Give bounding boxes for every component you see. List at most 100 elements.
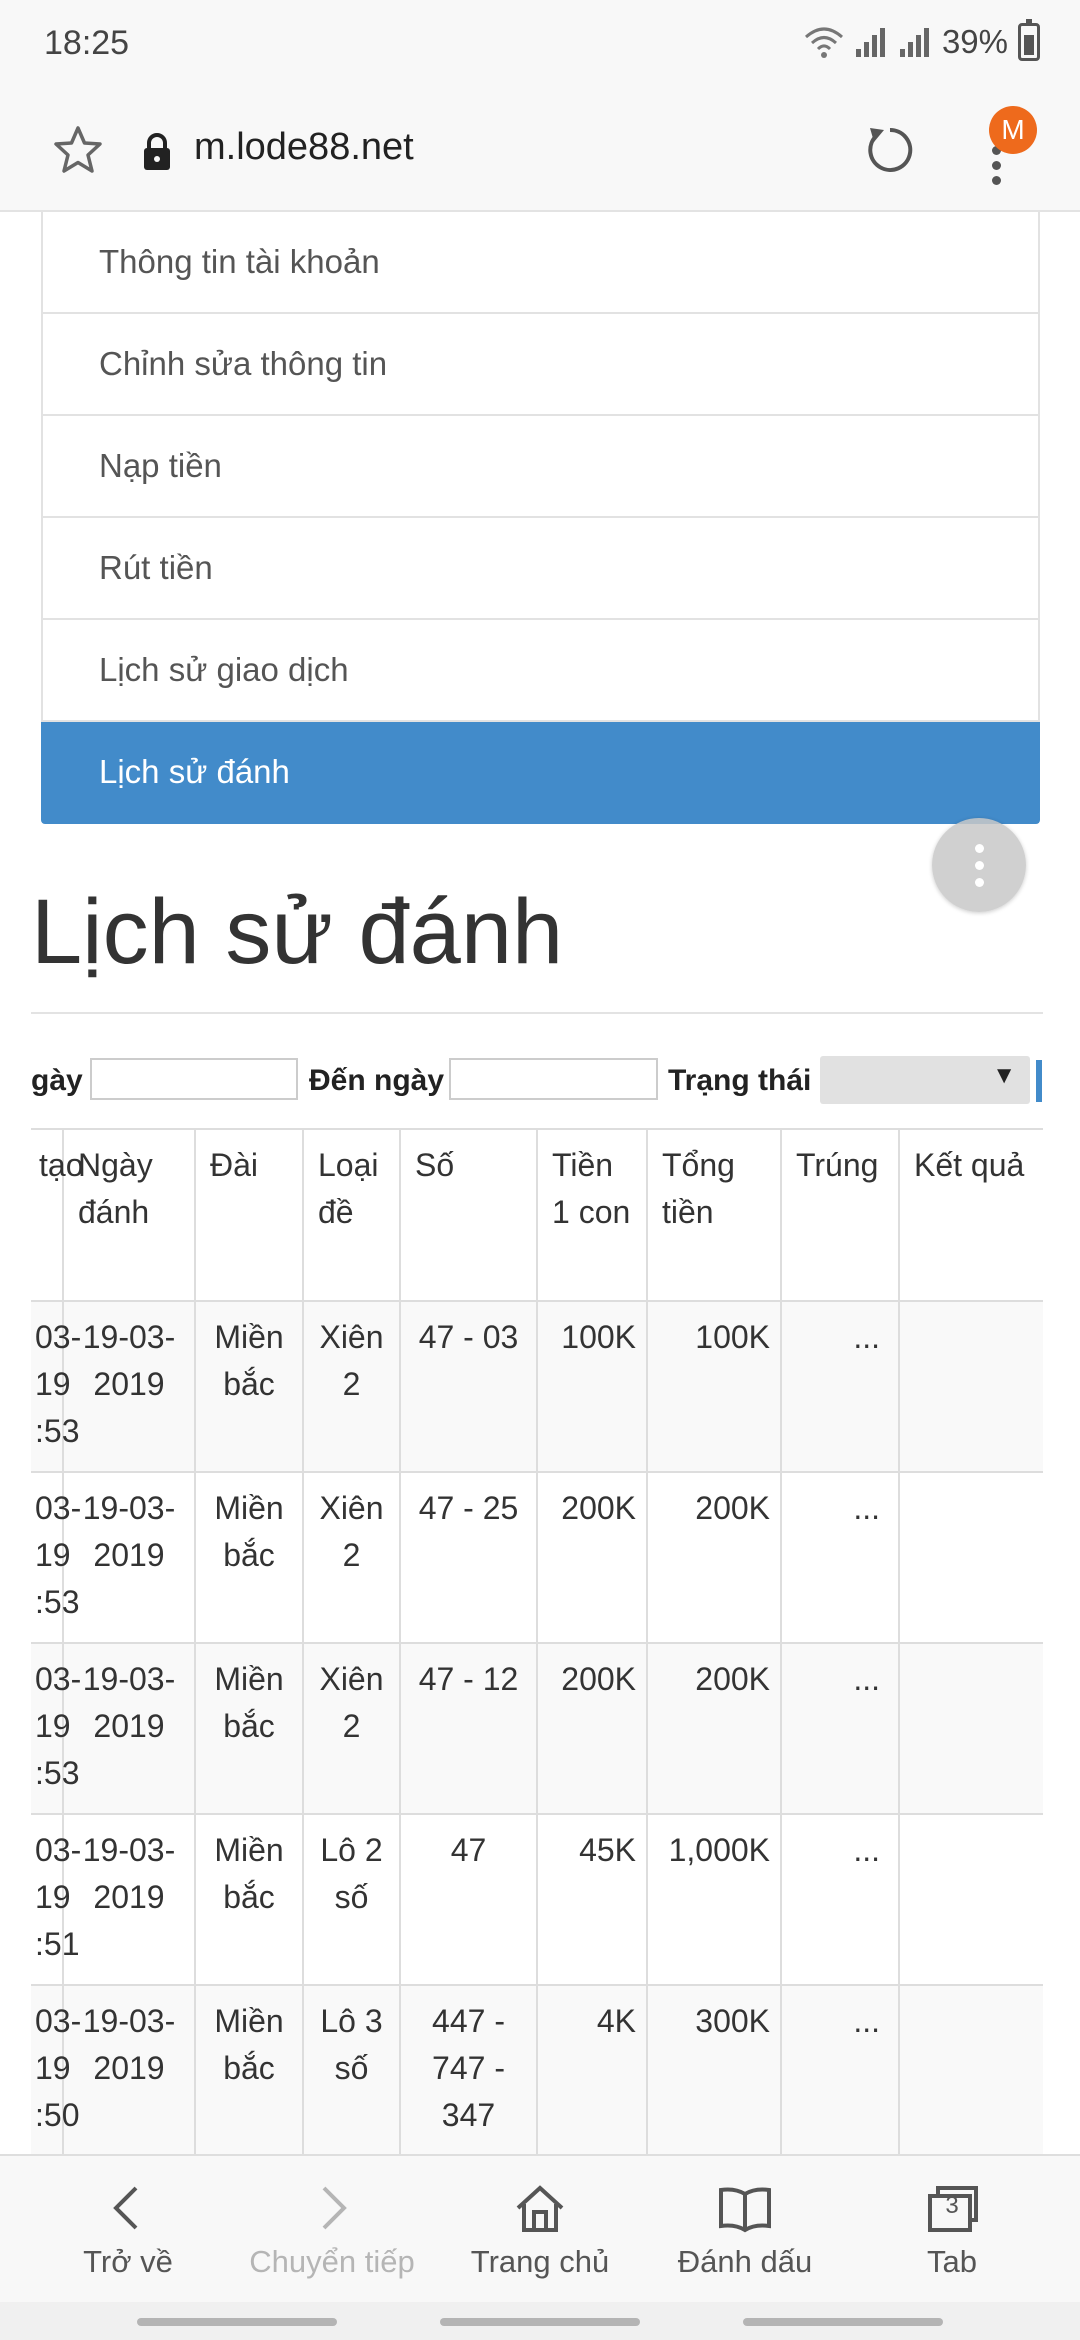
cell-created: 03-19 :50 [31,1984,81,2154]
cell-result [898,1300,1043,1473]
reload-icon[interactable] [862,122,918,178]
cell-per-unit: 45K [536,1813,648,1986]
table-row: 03-19 :50 19-03-2019 Miền bắc Lô 3 số 447 - … [31,1984,1043,2154]
nav-tabs[interactable]: 3 Tab [852,2156,1052,2304]
cell-bet-date: 19-03-2019 [62,1471,196,1644]
header-result: Kết quả [898,1128,1043,1302]
gesture-pill-left[interactable] [137,2318,337,2326]
cell-station: Miền bắc [194,1813,304,1986]
cell-won: ... [780,1471,900,1644]
cell-result [898,1642,1043,1815]
address-bar: m.lode88.net M [0,86,1080,212]
battery-icon [1018,19,1040,61]
cell-won: ... [780,1813,900,1986]
nav-home-label: Trang chủ [470,2244,610,2279]
cell-created: 03-19 :53 [31,1642,81,1815]
status-time: 18:25 [44,24,130,62]
cell-total: 300K [646,1984,782,2154]
lock-icon [144,133,170,170]
nav-back[interactable]: Trở về [28,2156,228,2304]
wifi-icon [804,27,843,58]
filter-row: gày Đến ngày Trạng thái ▼ [0,1052,1080,1110]
home-icon [516,2185,564,2232]
status-bar: 18:25 39% [0,0,1080,86]
table-body: 03-19 :53 19-03-2019 Miền bắc Xiên 2 47 - 03… [31,1300,1043,2154]
header-type: Loại đề [302,1128,401,1302]
account-menu: Thông tin tài khoản Chỉnh sửa thông tin … [41,212,1040,824]
table-row: 03-19 :53 19-03-2019 Miền bắc Xiên 2 47 - 12… [31,1642,1043,1815]
menu-item-account-info[interactable]: Thông tin tài khoản [41,212,1040,314]
tab-count: 3 [945,2192,959,2219]
bet-history-table: tạo Ngày đánh Đài Loại đề Số Tiền 1 con … [31,1128,1043,2154]
floating-menu-button[interactable] [932,818,1026,912]
bookmark-book-icon [719,2187,771,2233]
cell-number: 47 - 03 [399,1300,538,1473]
cell-total: 100K [646,1300,782,1473]
status-label: Trạng thái [668,1064,812,1097]
cell-won: ... [780,1642,900,1815]
table-row: 03-19 :53 19-03-2019 Miền bắc Xiên 2 47 - 25… [31,1471,1043,1644]
more-vert-icon [992,146,1002,186]
cell-station: Miền bắc [194,1300,304,1473]
search-button[interactable] [1036,1060,1042,1102]
from-date-input[interactable] [90,1058,298,1100]
cell-station: Miền bắc [194,1642,304,1815]
cell-bet-date: 19-03-2019 [62,1813,196,1986]
dropdown-arrow-icon: ▼ [992,1062,1016,1089]
divider [31,1012,1043,1014]
menu-item-edit-info[interactable]: Chỉnh sửa thông tin [41,314,1040,416]
cell-bet-date: 19-03-2019 [62,1642,196,1815]
cell-created: 03-19 :51 [31,1813,81,1986]
bet-history-table-wrapper[interactable]: tạo Ngày đánh Đài Loại đề Số Tiền 1 con … [31,1128,1043,2154]
cell-result [898,1471,1043,1644]
signal-icon-2 [899,28,929,57]
avatar: M [989,106,1037,154]
menu-item-transaction-history[interactable]: Lịch sử giao dịch [41,620,1040,722]
nav-bookmarks[interactable]: Đánh dấu [645,2156,845,2304]
cell-bet-date: 19-03-2019 [62,1300,196,1473]
cell-type: Lô 2 số [302,1813,401,1986]
cell-number: 47 [399,1813,538,1986]
page-title: Lịch sử đánh [31,881,564,983]
menu-item-deposit[interactable]: Nạp tiền [41,416,1040,518]
cell-bet-date: 19-03-2019 [62,1984,196,2154]
status-select[interactable]: ▼ [820,1056,1030,1104]
cell-station: Miền bắc [194,1984,304,2154]
cell-per-unit: 200K [536,1642,648,1815]
header-won: Trúng [780,1128,900,1302]
cell-number: 47 - 25 [399,1471,538,1644]
cell-result [898,1984,1043,2154]
to-date-input[interactable] [449,1058,658,1100]
table-header-row: tạo Ngày đánh Đài Loại đề Số Tiền 1 con … [31,1128,1043,1302]
menu-item-bet-history[interactable]: Lịch sử đánh [41,722,1040,824]
menu-item-withdraw[interactable]: Rút tiền [41,518,1040,620]
cell-per-unit: 200K [536,1471,648,1644]
from-date-label: gày [31,1064,83,1097]
cell-per-unit: 4K [536,1984,648,2154]
signal-icon [855,28,885,57]
star-icon[interactable] [52,124,104,176]
header-created: tạo [31,1128,83,1302]
to-date-label: Đến ngày [309,1064,445,1097]
cell-won: ... [780,1300,900,1473]
chevron-left-icon [113,2186,138,2230]
battery-percent: 39% [941,23,1008,60]
cell-type: Lô 3 số [302,1984,401,2154]
cell-result [898,1813,1043,1986]
cell-created: 03-19 :53 [31,1471,81,1644]
header-total: Tổng tiền [646,1128,782,1302]
cell-won: ... [780,1984,900,2154]
header-number: Số [399,1128,538,1302]
nav-bookmarks-label: Đánh dấu [677,2244,813,2279]
nav-forward[interactable]: Chuyển tiếp [232,2156,432,2304]
gesture-pill-home[interactable] [440,2318,640,2326]
url-field[interactable]: m.lode88.net [194,126,414,169]
nav-back-label: Trở về [83,2244,173,2279]
nav-home[interactable]: Trang chủ [440,2156,640,2304]
cell-per-unit: 100K [536,1300,648,1473]
cell-total: 200K [646,1471,782,1644]
nav-forward-label: Chuyển tiếp [249,2244,415,2279]
header-station: Đài [194,1128,304,1302]
gesture-pill-right[interactable] [743,2318,943,2326]
browser-menu-button[interactable]: M [980,106,1050,196]
